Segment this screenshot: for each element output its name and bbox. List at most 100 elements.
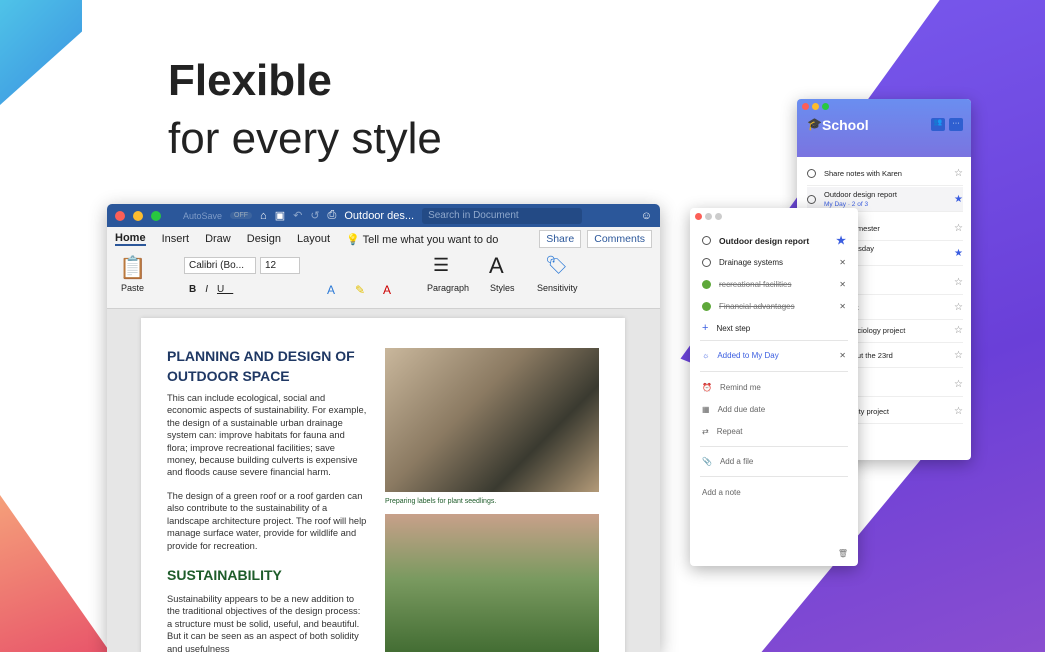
star-icon[interactable]: ☆ [954,223,963,234]
sensitivity-label: Sensitivity [537,283,578,293]
note-input[interactable]: Add a note [702,488,741,497]
step-checkbox[interactable] [702,258,711,267]
star-icon[interactable]: ☆ [954,350,963,361]
comments-button[interactable]: Comments [587,230,652,248]
alarm-icon: ⏰ [702,383,712,392]
save-icon[interactable]: ▣ [275,209,285,222]
document-title: Outdoor des... [344,209,415,222]
repeat-button[interactable]: Repeat [717,427,743,436]
close-button[interactable] [695,213,702,220]
star-icon[interactable]: ☆ [954,379,963,390]
tell-me-input[interactable]: 💡 Tell me what you want to do [346,233,498,246]
paragraph-icon[interactable]: ☰ [433,255,449,276]
undo-icon[interactable]: ↶ [293,209,302,222]
graduation-cap-icon: 🎓 [807,117,822,131]
complete-checkbox[interactable] [702,236,711,245]
share-list-icon[interactable]: 👥 [931,118,945,131]
task-text: Outdoor design report My Day · 2 of 3 [824,190,897,208]
document-page[interactable]: PLANNING AND DESIGN OF OUTDOOR SPACE Thi… [141,318,625,652]
lightbulb-icon: 💡 [346,233,360,246]
autosave-toggle[interactable]: OFF [230,212,253,219]
remove-my-day-icon[interactable]: ✕ [839,351,846,360]
styles-icon[interactable]: A [489,253,504,279]
ribbon-tabs: Home Insert Draw Design Layout 💡 Tell me… [107,227,660,251]
task-meta: My Day · 2 of 3 [824,201,869,208]
list-title: School [822,117,869,133]
paste-icon[interactable]: 📋 [119,255,146,281]
sensitivity-icon[interactable]: 🏷 [545,255,568,276]
calendar-icon: ▦ [702,405,710,414]
next-step-input[interactable]: Next step [716,324,750,333]
home-icon[interactable]: ⌂ [260,210,267,222]
remove-step-icon[interactable]: ✕ [839,302,846,311]
delete-icon[interactable]: 🗑 [838,549,848,558]
share-button[interactable]: Share [539,230,582,248]
font-size-select[interactable]: 12 [260,257,300,274]
my-day-label[interactable]: Added to My Day [717,351,778,360]
step-checkbox-checked[interactable] [702,280,711,289]
minimize-button[interactable] [133,210,143,221]
due-date-button[interactable]: Add due date [718,405,766,414]
remove-step-icon[interactable]: ✕ [839,258,846,267]
minimize-button[interactable] [705,213,712,220]
tab-design[interactable]: Design [247,233,281,245]
paragraph-1: This can include ecological, social and … [167,393,367,478]
word-titlebar: AutoSave OFF ⌂ ▣ ↶ ↺ ⎙ Outdoor des... Se… [107,204,660,227]
add-file-button[interactable]: Add a file [720,457,753,466]
zoom-button[interactable] [822,103,829,110]
ribbon-home: 📋 Paste Calibri (Bo... 12 BIU A ✎ A ☰ Pa… [107,251,660,309]
remove-step-icon[interactable]: ✕ [839,280,846,289]
step-label[interactable]: recreational facilities [719,280,791,289]
step-checkbox-checked[interactable] [702,302,711,311]
search-input[interactable]: Search in Document [422,207,583,224]
task-detail-window: Outdoor design report ★ Drainage systems ✕… [690,208,858,566]
tab-home[interactable]: Home [115,232,146,246]
feedback-icon[interactable]: ☺ [641,210,652,222]
task-item[interactable]: Share notes with Karen ☆ [807,161,963,186]
styles-label: Styles [490,283,515,293]
step-label[interactable]: Financial advantages [719,302,795,311]
decor-orange-corner [0,495,110,652]
close-button[interactable] [802,103,809,110]
font-color-icon[interactable]: A [383,283,391,297]
format-buttons[interactable]: BIU [189,284,233,295]
tab-draw[interactable]: Draw [205,233,231,245]
text-effects-icon[interactable]: A [327,283,335,297]
garden-photo [385,514,599,652]
redo-icon[interactable]: ↺ [310,209,319,222]
star-icon[interactable]: ★ [954,248,963,259]
zoom-button[interactable] [715,213,722,220]
photo-caption: Preparing labels for plant seedlings. [385,498,497,505]
font-select[interactable]: Calibri (Bo... [184,257,256,274]
star-icon[interactable]: ☆ [954,325,963,336]
star-icon[interactable]: ★ [836,234,846,247]
complete-checkbox[interactable] [807,168,816,178]
star-icon[interactable]: ☆ [954,406,963,417]
star-icon[interactable]: ☆ [954,168,963,179]
task-label: Outdoor design report [824,190,897,199]
zoom-button[interactable] [151,210,161,221]
paragraph-label: Paragraph [427,283,470,293]
heading-planning: PLANNING AND DESIGN OF OUTDOOR SPACE [167,348,355,384]
close-button[interactable] [115,210,125,221]
sun-icon: ☼ [702,351,710,360]
hero-subtitle: for every style [168,114,442,163]
print-icon[interactable]: ⎙ [328,209,337,222]
decor-blue-corner [0,0,82,105]
more-options-icon[interactable]: ··· [949,118,963,131]
tell-me-label: Tell me what you want to do [362,233,499,246]
hero-title: Flexible [168,56,332,105]
tab-layout[interactable]: Layout [297,233,330,245]
step-label[interactable]: Drainage systems [719,258,783,267]
task-title[interactable]: Outdoor design report [719,236,809,246]
star-icon[interactable]: ☆ [954,277,963,288]
tab-insert[interactable]: Insert [162,233,190,245]
autosave-label: AutoSave [183,210,223,221]
complete-checkbox[interactable] [807,194,816,204]
star-icon[interactable]: ★ [954,194,963,205]
school-header: 🎓 School 👥 ··· [797,99,971,157]
highlight-icon[interactable]: ✎ [355,283,365,297]
minimize-button[interactable] [812,103,819,110]
remind-me-button[interactable]: Remind me [720,383,761,392]
star-icon[interactable]: ☆ [954,302,963,313]
